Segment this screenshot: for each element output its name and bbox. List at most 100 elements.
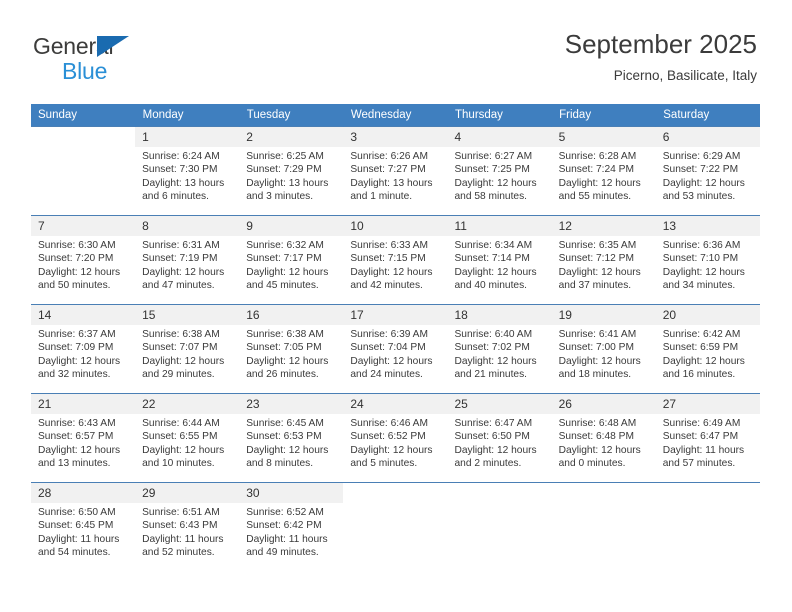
- calendar-day-cell[interactable]: 12 Sunrise: 6:35 AM Sunset: 7:12 PM Dayligh…: [551, 215, 656, 305]
- calendar-day-cell[interactable]: 19 Sunrise: 6:41 AM Sunset: 7:00 PM Dayligh…: [551, 304, 656, 394]
- daylight-text-line1: Daylight: 12 hours: [38, 266, 121, 278]
- calendar-day-cell[interactable]: 23 Sunrise: 6:45 AM Sunset: 6:53 PM Dayligh…: [239, 393, 344, 483]
- calendar-day-cell[interactable]: 24 Sunrise: 6:46 AM Sunset: 6:52 PM Dayligh…: [343, 393, 448, 483]
- daylight-text-line2: and 24 minutes.: [350, 369, 423, 381]
- calendar-day-cell[interactable]: 15 Sunrise: 6:38 AM Sunset: 7:07 PM Dayligh…: [135, 304, 240, 394]
- daylight-text-line1: Daylight: 12 hours: [38, 444, 121, 456]
- calendar-day-cell[interactable]: 18 Sunrise: 6:40 AM Sunset: 7:02 PM Dayligh…: [447, 304, 552, 394]
- weekday-header-wednesday: Wednesday: [343, 104, 449, 127]
- sunrise-text: Sunrise: 6:48 AM: [558, 418, 637, 429]
- daylight-text-line2: and 0 minutes.: [558, 458, 626, 470]
- daylight-text-line1: Daylight: 12 hours: [558, 355, 641, 367]
- calendar-day-cell[interactable]: 22 Sunrise: 6:44 AM Sunset: 6:55 PM Dayligh…: [135, 393, 240, 483]
- day-number: 2: [239, 127, 344, 147]
- daylight-text-line1: Daylight: 12 hours: [350, 266, 433, 278]
- daylight-text-line2: and 47 minutes.: [142, 280, 215, 292]
- calendar-day-cell[interactable]: 4 Sunrise: 6:27 AM Sunset: 7:25 PM Daylight…: [447, 126, 552, 216]
- sunset-text: Sunset: 6:42 PM: [246, 520, 322, 532]
- sunrise-text: Sunrise: 6:43 AM: [38, 418, 116, 429]
- day-number: 3: [343, 127, 448, 147]
- daylight-text-line2: and 5 minutes.: [350, 458, 418, 470]
- calendar-week-row: 1 Sunrise: 6:24 AM Sunset: 7:30 PM Daylight…: [31, 126, 760, 216]
- calendar-day-cell[interactable]: 11 Sunrise: 6:34 AM Sunset: 7:14 PM Dayligh…: [447, 215, 552, 305]
- sunset-text: Sunset: 7:05 PM: [246, 342, 322, 354]
- calendar-week-row: 7 Sunrise: 6:30 AM Sunset: 7:20 PM Daylight…: [31, 215, 760, 305]
- calendar-day-cell[interactable]: 30 Sunrise: 6:52 AM Sunset: 6:42 PM Dayligh…: [239, 482, 344, 572]
- sunset-text: Sunset: 6:55 PM: [142, 431, 218, 443]
- day-details: Sunrise: 6:46 AM Sunset: 6:52 PM Daylight:…: [343, 414, 447, 471]
- calendar-day-cell[interactable]: 8 Sunrise: 6:31 AM Sunset: 7:19 PM Daylight…: [135, 215, 240, 305]
- day-details: Sunrise: 6:27 AM Sunset: 7:25 PM Daylight:…: [448, 147, 552, 204]
- calendar-day-cell[interactable]: 14 Sunrise: 6:37 AM Sunset: 7:09 PM Dayligh…: [31, 304, 136, 394]
- calendar-day-cell[interactable]: 25 Sunrise: 6:47 AM Sunset: 6:50 PM Dayligh…: [447, 393, 552, 483]
- daylight-text-line2: and 55 minutes.: [558, 191, 632, 203]
- calendar-header-row: Sunday Monday Tuesday Wednesday Thursday Frid…: [31, 104, 761, 127]
- calendar-day-cell[interactable]: 20 Sunrise: 6:42 AM Sunset: 6:59 PM Dayligh…: [655, 304, 760, 394]
- calendar-day-cell[interactable]: 13 Sunrise: 6:36 AM Sunset: 7:10 PM Dayligh…: [655, 215, 760, 305]
- sunrise-text: Sunrise: 6:27 AM: [454, 151, 533, 162]
- page-subtitle: Picerno, Basilicate, Italy: [613, 68, 757, 83]
- calendar-day-cell[interactable]: 29 Sunrise: 6:51 AM Sunset: 6:43 PM Dayligh…: [135, 482, 240, 572]
- day-details: Sunrise: 6:38 AM Sunset: 7:05 PM Daylight:…: [239, 325, 343, 382]
- sunset-text: Sunset: 7:19 PM: [142, 253, 218, 265]
- daylight-text-line2: and 37 minutes.: [558, 280, 632, 292]
- daylight-text-line1: Daylight: 13 hours: [142, 177, 225, 189]
- day-details: Sunrise: 6:41 AM Sunset: 7:00 PM Daylight:…: [552, 325, 656, 382]
- sunrise-text: Sunrise: 6:30 AM: [38, 240, 116, 251]
- daylight-text-line1: Daylight: 12 hours: [142, 266, 225, 278]
- day-details: Sunrise: 6:34 AM Sunset: 7:14 PM Daylight:…: [448, 236, 552, 293]
- day-number: 4: [447, 127, 552, 147]
- sunrise-text: Sunrise: 6:40 AM: [454, 329, 533, 340]
- daylight-text-line1: Daylight: 12 hours: [558, 266, 641, 278]
- calendar-day-cell[interactable]: 5 Sunrise: 6:28 AM Sunset: 7:24 PM Daylight…: [551, 126, 656, 216]
- calendar-day-cell[interactable]: 17 Sunrise: 6:39 AM Sunset: 7:04 PM Dayligh…: [343, 304, 448, 394]
- daylight-text-line1: Daylight: 12 hours: [246, 444, 329, 456]
- generalblue-logo[interactable]: General Blue: [33, 33, 233, 85]
- calendar-day-cell[interactable]: 10 Sunrise: 6:33 AM Sunset: 7:15 PM Dayligh…: [343, 215, 448, 305]
- day-details: Sunrise: 6:31 AM Sunset: 7:19 PM Daylight:…: [135, 236, 239, 293]
- calendar-day-cell[interactable]: 28 Sunrise: 6:50 AM Sunset: 6:45 PM Dayligh…: [31, 482, 136, 572]
- daylight-text-line1: Daylight: 12 hours: [558, 444, 641, 456]
- day-number: 27: [655, 394, 760, 414]
- calendar-day-cell[interactable]: 9 Sunrise: 6:32 AM Sunset: 7:17 PM Daylight…: [239, 215, 344, 305]
- daylight-text-line2: and 45 minutes.: [246, 280, 319, 292]
- calendar-day-cell[interactable]: 21 Sunrise: 6:43 AM Sunset: 6:57 PM Dayligh…: [31, 393, 136, 483]
- daylight-text-line1: Daylight: 12 hours: [454, 355, 537, 367]
- daylight-text-line2: and 16 minutes.: [662, 369, 736, 381]
- calendar-day-cell[interactable]: 27 Sunrise: 6:49 AM Sunset: 6:47 PM Dayligh…: [655, 393, 760, 483]
- calendar-day-cell[interactable]: 2 Sunrise: 6:25 AM Sunset: 7:29 PM Daylight…: [239, 126, 344, 216]
- sunrise-text: Sunrise: 6:52 AM: [246, 507, 324, 518]
- day-details: Sunrise: 6:28 AM Sunset: 7:24 PM Daylight:…: [552, 147, 656, 204]
- sunset-text: Sunset: 7:24 PM: [558, 164, 634, 176]
- day-details: Sunrise: 6:42 AM Sunset: 6:59 PM Daylight:…: [656, 325, 760, 382]
- sunrise-text: Sunrise: 6:33 AM: [350, 240, 428, 251]
- calendar-day-cell[interactable]: 7 Sunrise: 6:30 AM Sunset: 7:20 PM Daylight…: [31, 215, 136, 305]
- day-number: 21: [31, 394, 136, 414]
- calendar-day-cell[interactable]: 26 Sunrise: 6:48 AM Sunset: 6:48 PM Dayligh…: [551, 393, 656, 483]
- sunrise-text: Sunrise: 6:25 AM: [246, 151, 324, 162]
- calendar-day-cell[interactable]: 1 Sunrise: 6:24 AM Sunset: 7:30 PM Daylight…: [135, 126, 240, 216]
- daylight-text-line2: and 52 minutes.: [142, 547, 215, 559]
- calendar-day-cell[interactable]: 6 Sunrise: 6:29 AM Sunset: 7:22 PM Daylight…: [655, 126, 760, 216]
- page-header: General Blue September 2025 Picerno, Bas…: [0, 0, 792, 100]
- day-details: Sunrise: 6:33 AM Sunset: 7:15 PM Daylight:…: [343, 236, 447, 293]
- weekday-header-sunday: Sunday: [31, 104, 136, 127]
- daylight-text-line1: Daylight: 12 hours: [350, 355, 433, 367]
- logo-text-blue: Blue: [62, 58, 108, 84]
- calendar-day-cell[interactable]: 3 Sunrise: 6:26 AM Sunset: 7:27 PM Daylight…: [343, 126, 448, 216]
- day-details: Sunrise: 6:26 AM Sunset: 7:27 PM Daylight:…: [343, 147, 447, 204]
- day-number: 8: [135, 216, 240, 236]
- daylight-text-line2: and 29 minutes.: [142, 369, 215, 381]
- daylight-text-line2: and 58 minutes.: [454, 191, 528, 203]
- daylight-text-line1: Daylight: 12 hours: [662, 355, 745, 367]
- day-details: Sunrise: 6:52 AM Sunset: 6:42 PM Daylight:…: [239, 503, 343, 560]
- sunset-text: Sunset: 6:50 PM: [454, 431, 530, 443]
- weekday-header-friday: Friday: [551, 104, 657, 127]
- daylight-text-line1: Daylight: 12 hours: [246, 355, 329, 367]
- day-details: Sunrise: 6:49 AM Sunset: 6:47 PM Daylight:…: [656, 414, 760, 471]
- sunrise-text: Sunrise: 6:38 AM: [246, 329, 324, 340]
- calendar-day-cell[interactable]: 16 Sunrise: 6:38 AM Sunset: 7:05 PM Dayligh…: [239, 304, 344, 394]
- day-number: 14: [31, 305, 136, 325]
- day-number: 7: [31, 216, 136, 236]
- day-number: 1: [135, 127, 240, 147]
